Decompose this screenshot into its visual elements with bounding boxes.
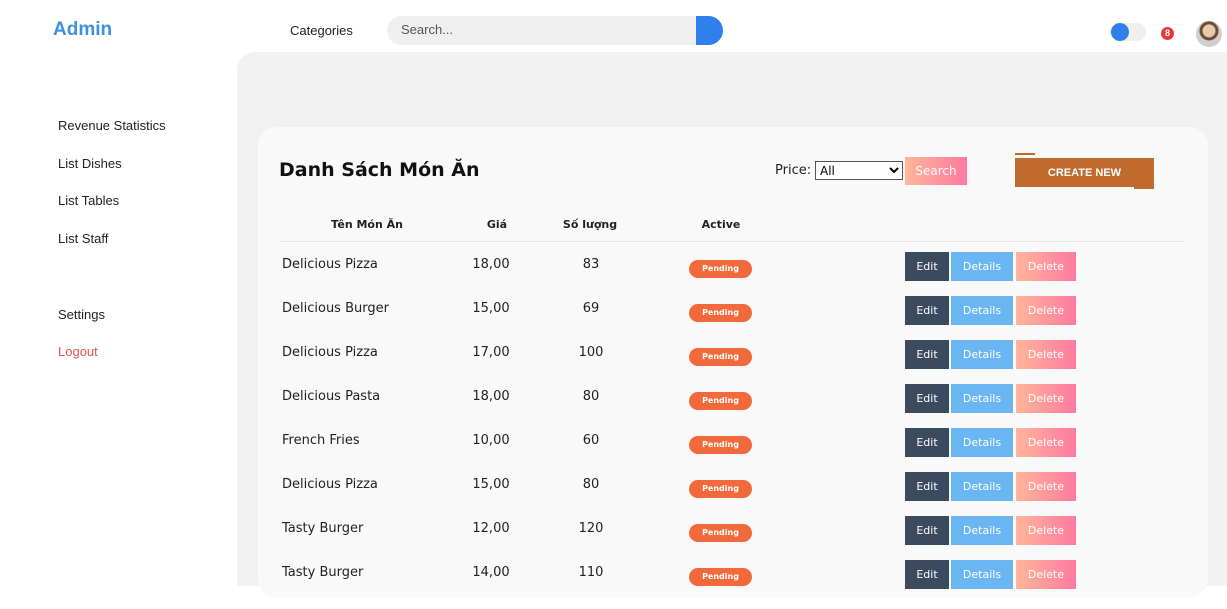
delete-button[interactable]: Delete bbox=[1016, 516, 1076, 545]
dish-quantity: 80 bbox=[582, 477, 600, 492]
table-row: French Fries 10,00 60 Pending Edit Detai… bbox=[0, 428, 1227, 477]
status-badge: Pending bbox=[689, 436, 752, 454]
dish-price: 10,00 bbox=[472, 433, 510, 448]
dish-quantity: 100 bbox=[578, 345, 604, 360]
status-badge: Pending bbox=[689, 480, 752, 498]
details-button[interactable]: Details bbox=[951, 516, 1013, 545]
dish-name: Tasty Burger bbox=[282, 521, 364, 536]
avatar[interactable] bbox=[1196, 21, 1222, 47]
status-badge: Pending bbox=[689, 524, 752, 542]
details-button[interactable]: Details bbox=[951, 296, 1013, 325]
dish-name: Delicious Burger bbox=[282, 301, 389, 316]
delete-button[interactable]: Delete bbox=[1016, 428, 1076, 457]
dish-name: Delicious Pasta bbox=[282, 389, 381, 404]
details-button[interactable]: Details bbox=[951, 472, 1013, 501]
details-button[interactable]: Details bbox=[951, 428, 1013, 457]
table-row: Delicious Pizza 18,00 83 Pending Edit De… bbox=[0, 252, 1227, 301]
dish-name: Delicious Pizza bbox=[282, 477, 378, 492]
table-row: Delicious Pasta 18,00 80 Pending Edit De… bbox=[0, 384, 1227, 433]
dish-price: 15,00 bbox=[472, 301, 510, 316]
column-header-quantity: Số lượng bbox=[562, 218, 618, 231]
create-accent-top bbox=[1015, 153, 1035, 155]
dish-price: 18,00 bbox=[472, 389, 510, 404]
table-header-divider bbox=[279, 241, 1184, 242]
delete-button[interactable]: Delete bbox=[1016, 384, 1076, 413]
delete-button[interactable]: Delete bbox=[1016, 560, 1076, 589]
status-badge: Pending bbox=[689, 304, 752, 322]
details-button[interactable]: Details bbox=[951, 560, 1013, 589]
column-header-name: Tên Món Ăn bbox=[331, 218, 403, 231]
sidebar-item-list-dishes[interactable]: List Dishes bbox=[58, 156, 122, 171]
sidebar-item-revenue-statistics[interactable]: Revenue Statistics bbox=[58, 118, 166, 133]
table-row: Tasty Burger 14,00 110 Pending Edit Deta… bbox=[0, 560, 1227, 609]
table-row: Delicious Pizza 15,00 80 Pending Edit De… bbox=[0, 472, 1227, 521]
edit-button[interactable]: Edit bbox=[905, 516, 949, 545]
dish-price: 17,00 bbox=[472, 345, 510, 360]
create-new-button[interactable]: CREATE NEW bbox=[1015, 158, 1154, 187]
notification-badge[interactable]: 8 bbox=[1161, 27, 1174, 40]
status-badge: Pending bbox=[689, 392, 752, 410]
create-accent-bottom bbox=[1134, 187, 1154, 189]
toggle-knob bbox=[1111, 23, 1129, 41]
dish-name: Delicious Pizza bbox=[282, 257, 378, 272]
column-header-price: Giá bbox=[486, 218, 508, 231]
details-button[interactable]: Details bbox=[951, 252, 1013, 281]
price-filter-select[interactable]: All bbox=[815, 161, 903, 180]
price-filter-label: Price: bbox=[775, 163, 812, 178]
edit-button[interactable]: Edit bbox=[905, 428, 949, 457]
details-button[interactable]: Details bbox=[951, 384, 1013, 413]
details-button[interactable]: Details bbox=[951, 340, 1013, 369]
dish-price: 14,00 bbox=[472, 565, 510, 580]
sidebar-item-list-tables[interactable]: List Tables bbox=[58, 193, 119, 208]
search-bar bbox=[387, 16, 697, 45]
delete-button[interactable]: Delete bbox=[1016, 340, 1076, 369]
edit-button[interactable]: Edit bbox=[905, 384, 949, 413]
delete-button[interactable]: Delete bbox=[1016, 296, 1076, 325]
delete-button[interactable]: Delete bbox=[1016, 252, 1076, 281]
dish-name: Tasty Burger bbox=[282, 565, 364, 580]
dish-name: French Fries bbox=[282, 433, 360, 448]
edit-button[interactable]: Edit bbox=[905, 340, 949, 369]
table-row: Delicious Pizza 17,00 100 Pending Edit D… bbox=[0, 340, 1227, 389]
dish-quantity: 80 bbox=[582, 389, 600, 404]
dish-name: Delicious Pizza bbox=[282, 345, 378, 360]
search-submit-button[interactable] bbox=[696, 16, 723, 45]
categories-link[interactable]: Categories bbox=[290, 23, 353, 38]
status-badge: Pending bbox=[689, 260, 752, 278]
edit-button[interactable]: Edit bbox=[905, 296, 949, 325]
dish-price: 18,00 bbox=[472, 257, 510, 272]
dish-quantity: 60 bbox=[582, 433, 600, 448]
table-row: Tasty Burger 12,00 120 Pending Edit Deta… bbox=[0, 516, 1227, 565]
edit-button[interactable]: Edit bbox=[905, 252, 949, 281]
edit-button[interactable]: Edit bbox=[905, 472, 949, 501]
sidebar-item-list-staff[interactable]: List Staff bbox=[58, 231, 108, 246]
dish-price: 12,00 bbox=[472, 521, 510, 536]
delete-button[interactable]: Delete bbox=[1016, 472, 1076, 501]
dish-quantity: 120 bbox=[578, 521, 604, 536]
status-badge: Pending bbox=[689, 348, 752, 366]
brand-logo[interactable]: Admin bbox=[53, 19, 112, 41]
search-input[interactable] bbox=[401, 22, 681, 37]
page-title: Danh Sách Món Ăn bbox=[279, 159, 480, 181]
dish-price: 15,00 bbox=[472, 477, 510, 492]
dish-quantity: 83 bbox=[582, 257, 600, 272]
status-badge: Pending bbox=[689, 568, 752, 586]
table-row: Delicious Burger 15,00 69 Pending Edit D… bbox=[0, 296, 1227, 345]
dish-quantity: 69 bbox=[582, 301, 600, 316]
edit-button[interactable]: Edit bbox=[905, 560, 949, 589]
dish-quantity: 110 bbox=[578, 565, 604, 580]
top-bar: Admin Categories 8 bbox=[0, 0, 1227, 52]
theme-toggle[interactable] bbox=[1110, 23, 1146, 41]
column-header-active: Active bbox=[701, 218, 741, 231]
filter-search-button[interactable]: Search bbox=[905, 157, 967, 185]
